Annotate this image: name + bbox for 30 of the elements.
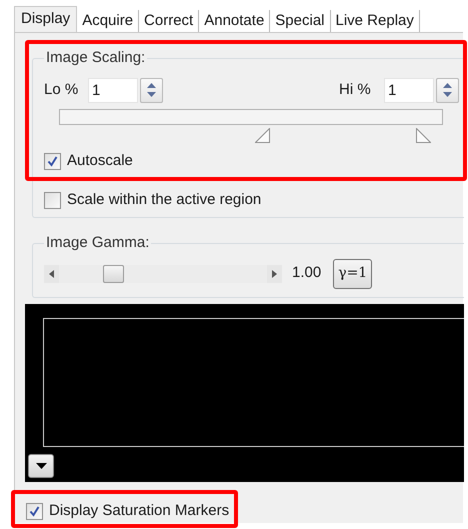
down-arrow-icon[interactable]	[443, 92, 452, 98]
number-field[interactable]: 1	[384, 78, 434, 102]
checkbox[interactable]	[44, 153, 61, 170]
checkbox-label: Autoscale	[67, 151, 133, 172]
field-label: Lo %	[44, 80, 80, 100]
checkbox[interactable]	[44, 192, 61, 209]
caret-down-icon	[36, 463, 46, 469]
checkbox-label: Display Saturation Markers	[49, 500, 230, 521]
spin-button[interactable]	[436, 78, 459, 102]
right-arrow-icon[interactable]	[272, 270, 277, 278]
spin-button[interactable]	[140, 78, 163, 102]
checkbox[interactable]	[26, 502, 43, 520]
up-arrow-icon[interactable]	[443, 82, 452, 88]
slider-thumb[interactable]	[102, 264, 124, 282]
gamma-slider[interactable]	[44, 264, 282, 282]
tab[interactable]: Live Replay	[330, 10, 420, 32]
dropdown-button[interactable]	[28, 454, 54, 478]
group-title: Image Gamma:	[45, 233, 150, 253]
number-field[interactable]: 1	[88, 78, 138, 102]
down-arrow-icon[interactable]	[147, 92, 156, 98]
checkbox-label: Scale within the active region	[67, 190, 262, 210]
gamma-reset-button[interactable]: γ=1	[333, 258, 372, 288]
tab[interactable]: Display	[14, 6, 78, 32]
gamma-value: 1.00	[292, 263, 322, 284]
left-arrow-icon[interactable]	[49, 270, 54, 278]
group-title: Image Scaling:	[45, 48, 146, 68]
up-arrow-icon[interactable]	[147, 82, 156, 88]
range-marker[interactable]	[416, 128, 432, 142]
field-label: Hi %	[339, 80, 372, 100]
range-marker[interactable]	[255, 128, 270, 142]
